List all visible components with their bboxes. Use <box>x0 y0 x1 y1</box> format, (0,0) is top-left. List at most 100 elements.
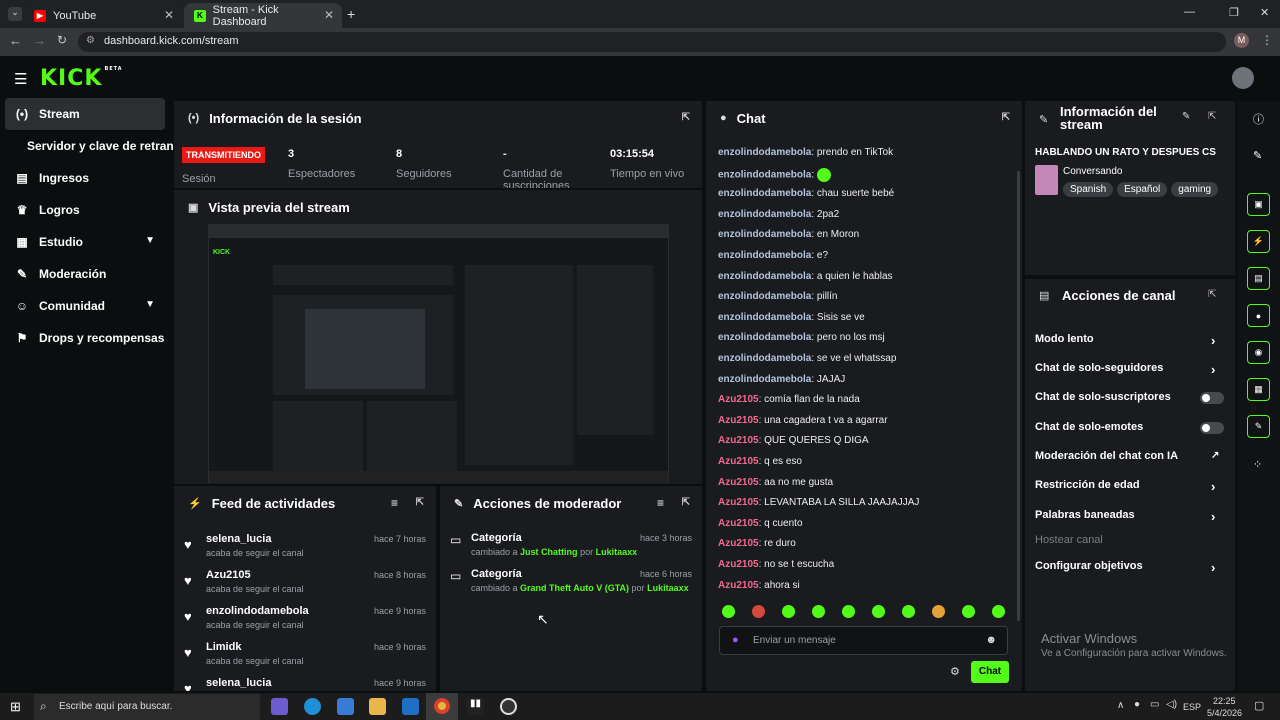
tray-network-icon[interactable]: ▭ <box>1150 699 1159 710</box>
chat-scrollbar[interactable] <box>1017 171 1020 621</box>
chat-username[interactable]: Azu2105 <box>718 518 759 529</box>
user-avatar[interactable] <box>1232 67 1254 89</box>
action-user[interactable]: Lukitaaxx <box>647 583 689 593</box>
emote-icon[interactable] <box>902 605 915 618</box>
tab-youtube[interactable]: ▶ YouTube ✕ <box>24 3 182 28</box>
maximize-icon[interactable]: ❐ <box>1229 6 1239 19</box>
emote-icon[interactable] <box>992 605 1005 618</box>
chat-username[interactable]: enzolindodamebola <box>718 209 811 220</box>
address-input[interactable]: ⚙ dashboard.kick.com/stream <box>78 32 1226 52</box>
popout-icon[interactable]: ⇱ <box>416 497 424 508</box>
edit-pencil-icon[interactable]: ✎ <box>1182 111 1190 122</box>
tag[interactable]: gaming <box>1171 182 1219 197</box>
sidebar-item-stream[interactable]: (•) Stream <box>5 98 165 130</box>
chat-username[interactable]: Azu2105 <box>718 538 759 549</box>
microphone-icon[interactable]: ● <box>732 634 739 646</box>
chat-username[interactable]: Azu2105 <box>718 497 759 508</box>
rail-chat-icon[interactable]: ● <box>1247 304 1270 327</box>
emote-icon[interactable] <box>812 605 825 618</box>
feed-user[interactable]: Limidk <box>206 641 241 653</box>
mail-icon[interactable] <box>402 698 419 715</box>
emote-icon[interactable] <box>782 605 795 618</box>
forward-icon[interactable]: → <box>33 33 46 48</box>
action-banned-words[interactable]: Palabras baneadas › <box>1035 509 1215 524</box>
chat-username[interactable]: enzolindodamebola <box>718 169 811 180</box>
chat-username[interactable]: enzolindodamebola <box>718 271 811 282</box>
chat-send-button[interactable]: Chat <box>971 661 1009 683</box>
chat-username[interactable]: Azu2105 <box>718 394 759 405</box>
new-tab-icon[interactable]: + <box>347 6 355 22</box>
site-info-icon[interactable]: ⚙ <box>86 35 95 46</box>
chat-username[interactable]: Azu2105 <box>718 435 759 446</box>
chat-username[interactable]: Azu2105 <box>718 559 759 570</box>
rail-channel-icon[interactable]: ▦ <box>1247 378 1270 401</box>
rail-broadcast-icon[interactable]: ◉ <box>1247 341 1270 364</box>
action-category[interactable]: Just Chatting <box>520 547 578 557</box>
feed-user[interactable]: enzolindodamebola <box>206 605 309 617</box>
chat-username[interactable]: enzolindodamebola <box>718 332 811 343</box>
obs-icon[interactable] <box>500 698 517 715</box>
chrome-taskbar-active[interactable] <box>426 693 458 720</box>
tray-volume-icon[interactable]: ◁) <box>1166 699 1177 710</box>
chat-username[interactable]: enzolindodamebola <box>718 188 811 199</box>
feed-user[interactable]: selena_lucia <box>206 677 271 689</box>
edit-pencil-icon[interactable]: ✎ <box>1253 149 1262 162</box>
popout-icon[interactable]: ⇱ <box>1208 111 1216 122</box>
taskbar-search-input[interactable]: ⌕ Escribe aquí para buscar. <box>34 694 260 720</box>
popout-icon[interactable]: ⇱ <box>682 497 690 508</box>
action-goals[interactable]: Configurar objetivos › <box>1035 560 1215 575</box>
copilot-icon[interactable] <box>271 698 288 715</box>
chat-username[interactable]: enzolindodamebola <box>718 353 811 364</box>
store-icon[interactable] <box>337 698 354 715</box>
sidebar-item-studio[interactable]: ▦ Estudio ▼ <box>5 226 165 258</box>
tab-search-icon[interactable]: ⌄ <box>8 7 22 21</box>
tag[interactable]: Español <box>1117 182 1168 197</box>
audio-app-icon[interactable]: ▮▮ <box>467 698 484 715</box>
edge-icon[interactable] <box>304 698 321 715</box>
action-user[interactable]: Lukitaaxx <box>596 547 638 557</box>
emotes-only-toggle[interactable] <box>1200 422 1224 434</box>
chat-settings-gear-icon[interactable]: ⚙ <box>950 665 960 678</box>
sidebar-item-drops[interactable]: ⚑ Drops y recompensas <box>5 322 165 354</box>
info-icon[interactable]: ⓘ <box>1253 111 1264 127</box>
sidebar-item-income[interactable]: ▤ Ingresos <box>5 162 165 194</box>
hamburger-menu-icon[interactable]: ☰ <box>14 70 27 88</box>
chat-username[interactable]: enzolindodamebola <box>718 312 811 323</box>
popout-icon[interactable]: ⇱ <box>1002 112 1010 123</box>
tray-language[interactable]: ESP <box>1183 702 1201 712</box>
stream-category[interactable]: Conversando <box>1063 166 1122 177</box>
filter-icon[interactable]: ≡ <box>391 496 398 510</box>
sidebar-item-server-key[interactable]: Servidor y clave de retransmisión <box>5 130 175 162</box>
profile-avatar[interactable]: M <box>1234 33 1249 48</box>
emote-icon[interactable] <box>962 605 975 618</box>
tray-date[interactable]: 5/4/2026 <box>1207 708 1242 718</box>
emote-icon[interactable] <box>932 605 945 618</box>
window-close-icon[interactable]: ✕ <box>1260 6 1269 19</box>
rail-bolt-icon[interactable]: ⚡ <box>1247 230 1270 253</box>
popout-icon[interactable]: ⇱ <box>682 112 690 123</box>
chat-username[interactable]: enzolindodamebola <box>718 229 811 240</box>
action-age-restriction[interactable]: Restricción de edad › <box>1035 479 1215 494</box>
action-ai-moderation[interactable]: Moderación del chat con IA ↗ <box>1035 450 1219 462</box>
subscribers-only-toggle[interactable] <box>1200 392 1224 404</box>
emote-icon[interactable] <box>842 605 855 618</box>
feed-user[interactable]: Azu2105 <box>206 569 251 581</box>
emote-icon[interactable] <box>752 605 765 618</box>
stream-preview-video[interactable]: KICK <box>208 224 669 483</box>
action-followers-only[interactable]: Chat de solo-seguidores › <box>1035 362 1215 377</box>
windows-start-icon[interactable]: ⊞ <box>10 699 21 715</box>
chat-username[interactable]: enzolindodamebola <box>718 250 811 261</box>
filter-icon[interactable]: ≡ <box>657 496 664 510</box>
kick-logo[interactable]: KICK BETA <box>40 66 123 91</box>
reload-icon[interactable]: ↻ <box>57 33 67 47</box>
notification-icon[interactable]: ▢ <box>1254 699 1264 712</box>
feed-user[interactable]: selena_lucia <box>206 533 271 545</box>
popout-icon[interactable]: ⇱ <box>1208 289 1216 300</box>
chat-input[interactable]: ● Enviar un mensaje ☻ <box>719 626 1008 655</box>
emote-icon[interactable] <box>722 605 735 618</box>
emoji-icon[interactable]: ☻ <box>985 634 997 646</box>
rail-clip-icon[interactable]: ▣ <box>1247 193 1270 216</box>
minimize-icon[interactable]: — <box>1184 6 1195 18</box>
folder-icon[interactable] <box>369 698 386 715</box>
close-icon[interactable]: ✕ <box>164 8 174 22</box>
